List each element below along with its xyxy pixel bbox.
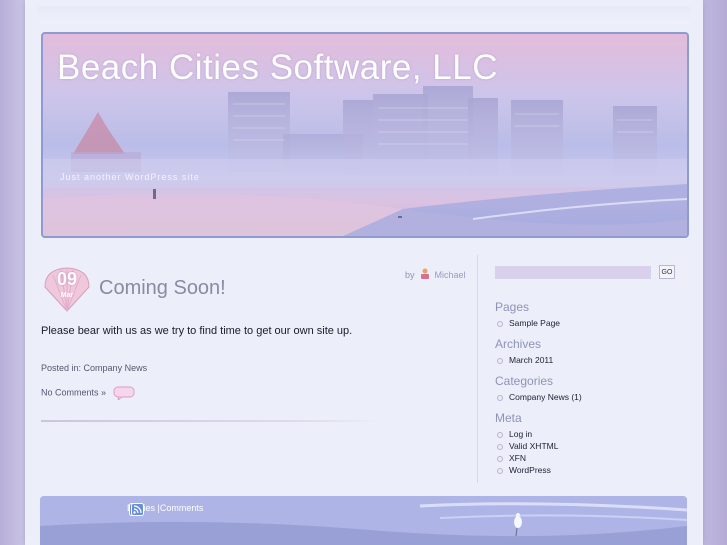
footer-feeds: Entries |Comments [127,503,204,516]
rss-icon[interactable] [131,503,144,516]
search-input[interactable] [495,266,651,279]
widget-meta-title: Meta [495,411,522,425]
search-go-button[interactable]: GO [659,265,675,279]
post-date-day: 09 [56,269,78,289]
widget-meta: Meta Log in Valid XHTML XFN WordPress [495,411,558,476]
page-container: Beach Cities Software, LLC Just another … [25,0,703,545]
site-tagline: Just another WordPress site [60,172,200,182]
list-item[interactable]: Valid XHTML [495,440,558,452]
comment-bubble-icon[interactable] [113,386,135,400]
comments-line: No Comments » [41,386,135,400]
widget-categories-title: Categories [495,374,554,388]
comments-feed-link[interactable]: Comments [160,503,204,513]
bullet-icon [497,395,503,401]
list-item[interactable]: March 2011 [495,354,553,366]
post-divider [41,420,377,422]
widget-archives: Archives March 2011 [495,337,553,366]
bullet-icon [497,321,503,327]
post-category-link[interactable]: Company News [84,363,148,373]
post-byline: by Michael [405,268,466,280]
widget-archives-title: Archives [495,337,542,351]
by-label: by [405,270,415,280]
list-item[interactable]: XFN [495,452,558,464]
bullet-icon [497,456,503,462]
widget-categories: Categories Company News (1) [495,374,582,403]
posted-in-label: Posted in: [41,363,82,373]
post-date-month: Mar [60,292,74,299]
list-item[interactable]: WordPress [495,464,558,476]
shell-date-badge: 09 Mar [41,265,93,313]
list-item[interactable]: Log in [495,428,558,440]
post-title[interactable]: Coming Soon! [99,277,226,300]
bullet-icon [497,432,503,438]
top-strip [37,6,691,24]
post-author[interactable]: Michael [435,270,466,280]
site-footer: Entries |Comments [40,496,687,545]
site-title[interactable]: Beach Cities Software, LLC [57,48,498,88]
comments-link[interactable]: No Comments » [41,387,106,397]
list-item[interactable]: Company News (1) [495,391,582,403]
widget-pages-title: Pages [495,300,530,314]
bullet-icon [497,468,503,474]
bullet-icon [497,444,503,450]
user-icon [421,268,430,279]
post-body: Please bear with us as we try to find ti… [41,325,353,337]
bullet-icon [497,358,503,364]
list-item[interactable]: Sample Page [495,317,560,329]
posted-in: Posted in: Company News [41,363,147,373]
site-header: Beach Cities Software, LLC Just another … [41,32,689,238]
sidebar-divider [477,255,478,483]
widget-pages: Pages Sample Page [495,300,560,329]
